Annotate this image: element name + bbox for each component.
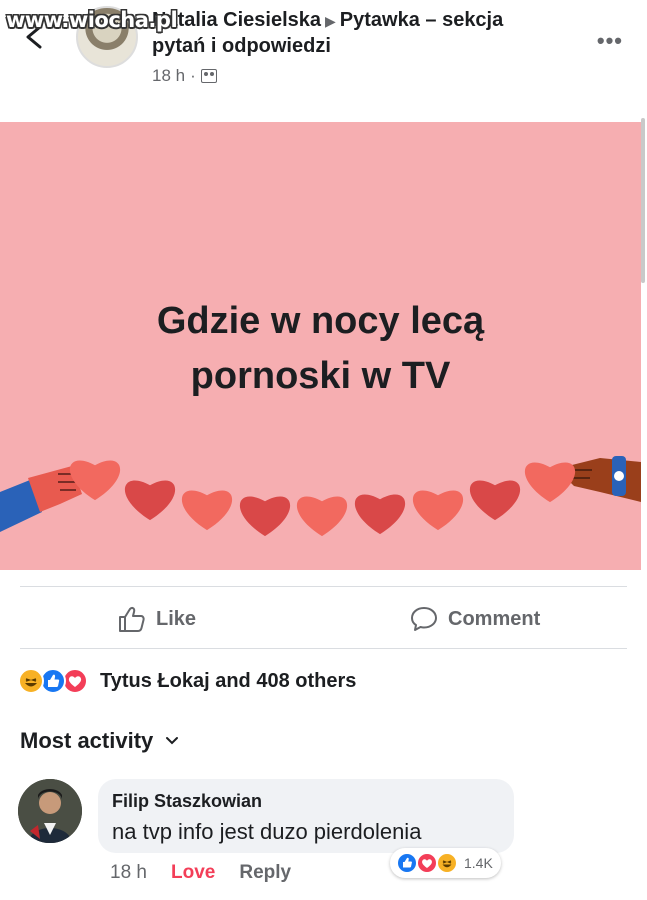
post-action-bar: Like Comment bbox=[0, 596, 647, 644]
comment-sort-dropdown[interactable]: Most activity bbox=[20, 728, 179, 754]
like-reaction-icon bbox=[396, 852, 418, 874]
left-arm bbox=[0, 466, 82, 532]
comment-sort-label: Most activity bbox=[20, 728, 154, 753]
right-arm bbox=[566, 456, 641, 502]
haha-reaction-icon bbox=[18, 668, 44, 694]
comment-bubble[interactable]: Filip Staszkowian na tvp info jest duzo … bbox=[98, 779, 514, 853]
love-reaction-icon bbox=[416, 852, 438, 874]
post-meta: 18 h · bbox=[152, 66, 217, 86]
post-image-text-line2: pornoski w TV bbox=[190, 355, 451, 397]
chevron-down-icon bbox=[166, 737, 179, 745]
reaction-icons bbox=[18, 668, 96, 694]
comment-love-button[interactable]: Love bbox=[171, 862, 215, 884]
like-button[interactable]: Like bbox=[118, 606, 196, 632]
author-name[interactable]: Natalia Ciesielska bbox=[152, 9, 321, 31]
post-image-text-line1: Gdzie w nocy lecą bbox=[156, 300, 485, 342]
post-title: Natalia Ciesielska ▶ Pytawka – sekcja pyta… bbox=[152, 8, 552, 59]
divider-top bbox=[20, 586, 627, 587]
hearts-chain-illustration bbox=[0, 456, 641, 537]
comment-time[interactable]: 18 h bbox=[110, 862, 147, 884]
heart-shape bbox=[124, 480, 176, 521]
watermark: www.wiocha.pl bbox=[6, 8, 178, 32]
scrollbar-thumb[interactable] bbox=[641, 118, 645, 283]
comment-text: na tvp info jest duzo pierdolenia bbox=[112, 819, 422, 844]
post-image-text: Gdzie w nocy lecą pornoski w TV bbox=[0, 294, 641, 404]
meta-separator: · bbox=[190, 66, 196, 85]
more-options-icon[interactable]: ••• bbox=[597, 28, 623, 54]
comment-reaction-count: 1.4K bbox=[464, 855, 493, 871]
post-time[interactable]: 18 h bbox=[152, 66, 185, 86]
comment-actions: 18 h Love Reply bbox=[110, 862, 291, 884]
post-image[interactable]: Gdzie w nocy lecą pornoski w TV bbox=[0, 122, 641, 570]
commenter-avatar[interactable] bbox=[18, 779, 82, 843]
reactions-summary[interactable]: Tytus Łokaj and 408 others bbox=[18, 668, 356, 694]
comment-button[interactable]: Comment bbox=[410, 606, 540, 632]
heart-shape bbox=[469, 480, 521, 521]
comment-author[interactable]: Filip Staszkowian bbox=[112, 791, 262, 812]
divider-bottom bbox=[20, 648, 627, 649]
like-label: Like bbox=[156, 607, 197, 630]
heart-shape bbox=[354, 494, 406, 535]
thumbs-up-icon bbox=[119, 607, 145, 632]
caret-right-icon: ▶ bbox=[325, 13, 336, 29]
haha-reaction-icon bbox=[436, 852, 458, 874]
comment-reactions-badge[interactable]: 1.4K bbox=[390, 848, 501, 878]
hearts-chain bbox=[69, 460, 576, 537]
heart-shape bbox=[181, 490, 233, 531]
members-audience-icon bbox=[200, 69, 217, 83]
heart-shape bbox=[296, 496, 348, 537]
heart-shape bbox=[239, 496, 291, 537]
comment-label: Comment bbox=[448, 607, 541, 630]
heart-shape bbox=[412, 490, 464, 531]
heart-shape bbox=[524, 462, 576, 503]
speech-bubble-icon bbox=[411, 607, 437, 631]
reactions-summary-text: Tytus Łokaj and 408 others bbox=[100, 669, 357, 692]
comment-reply-button[interactable]: Reply bbox=[239, 862, 291, 884]
